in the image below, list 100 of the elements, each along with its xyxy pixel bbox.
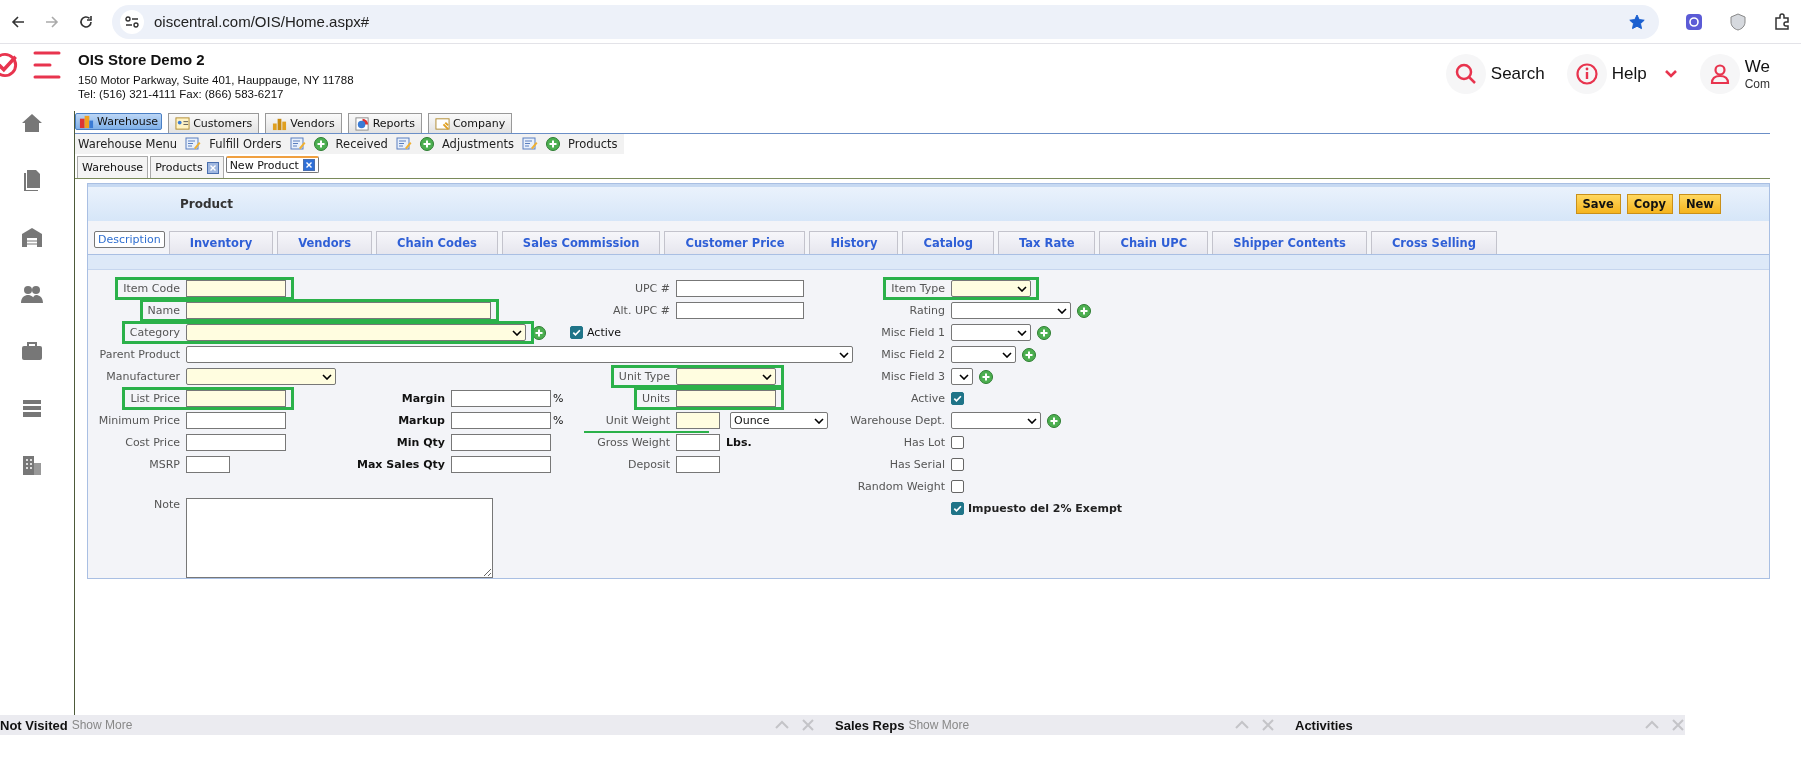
text-field[interactable] [451,390,551,407]
module-tab[interactable]: Customers [168,113,260,133]
close-icon[interactable] [302,159,315,171]
module-tab[interactable]: Vendors [265,113,342,133]
add-icon[interactable] [1037,325,1051,340]
puzzle-icon[interactable] [1773,12,1791,31]
unit-dropdown[interactable]: Ounce [730,412,828,429]
checkbox[interactable] [570,326,583,339]
page-tab[interactable]: Warehouse [77,156,149,178]
buildings-icon[interactable] [20,453,44,477]
text-field[interactable] [186,412,286,429]
customers-tab-icon[interactable] [175,116,191,131]
store-icon[interactable] [20,225,44,249]
action-button[interactable]: Copy [1626,194,1673,214]
add-icon[interactable] [545,137,560,151]
module-tab[interactable]: Company [427,113,513,133]
dropdown[interactable] [676,368,776,385]
module-tab[interactable]: Warehouse [75,113,163,130]
text-field[interactable] [186,302,491,319]
vendors-tab-icon[interactable] [272,116,288,131]
edit-icon[interactable] [395,137,412,151]
checkbox[interactable] [951,436,964,449]
dropdown[interactable] [951,324,1031,341]
reports-tab-icon[interactable] [354,116,370,131]
text-field[interactable] [186,280,286,297]
dropdown[interactable] [186,368,336,385]
text-field[interactable] [676,456,720,473]
form-tab[interactable]: Description [94,231,165,248]
submenu-link[interactable]: Received [335,137,388,151]
submenu-link[interactable]: Fulfill Orders [209,137,282,151]
text-field[interactable] [186,456,230,473]
form-tab[interactable]: Shipper Contents [1212,231,1367,254]
dropdown[interactable] [951,280,1031,297]
submenu-link[interactable]: Warehouse Menu [78,137,178,151]
text-field[interactable] [186,434,286,451]
search-button[interactable] [1445,54,1486,94]
action-button[interactable]: Save [1575,194,1621,214]
text-field[interactable] [451,412,551,429]
close-icon[interactable] [206,161,219,174]
info-icon[interactable] [1574,62,1599,86]
page-tab[interactable]: New Product [225,156,319,173]
text-field[interactable] [676,412,720,429]
text-field[interactable] [676,434,720,451]
text-field[interactable] [676,302,804,319]
warehouse-tab-icon[interactable] [79,114,94,129]
user-button[interactable] [1699,54,1740,94]
form-tab[interactable]: Customer Price [664,231,806,254]
dropdown[interactable] [951,346,1016,363]
search-icon[interactable] [1453,62,1478,86]
note-field[interactable] [186,498,493,578]
form-tab[interactable]: Sales Commission [501,231,661,254]
help-label[interactable]: Help [1611,64,1647,84]
form-tab[interactable]: Vendors [277,231,373,254]
company-tab-icon[interactable] [434,116,450,131]
site-info-icon[interactable] [120,9,144,34]
submenu-link[interactable]: Products [567,137,618,151]
address-bar[interactable]: oiscentral.com/OIS/Home.aspx# [112,4,1659,39]
dropdown[interactable] [186,346,853,363]
form-tab[interactable]: Catalog [902,231,994,254]
edit-icon[interactable] [289,137,306,151]
dropdown[interactable] [951,302,1071,319]
page-tab[interactable]: Products [150,156,224,178]
shield-icon[interactable] [1729,12,1747,31]
menu-icon[interactable] [32,50,62,80]
text-field[interactable] [451,456,551,473]
extension-icon[interactable] [1685,12,1703,31]
checkbox[interactable] [951,392,964,405]
form-tab[interactable]: Chain Codes [376,231,498,254]
briefcase-icon[interactable] [20,339,44,363]
form-tab[interactable]: Chain UPC [1099,231,1209,254]
add-icon[interactable] [419,137,434,151]
edit-icon[interactable] [185,137,202,151]
action-button[interactable]: New [1678,194,1721,214]
search-label[interactable]: Search [1490,64,1545,84]
help-button[interactable] [1566,54,1607,94]
bookmark-star-icon[interactable] [1629,13,1645,30]
dropdown[interactable] [951,368,973,385]
module-tab[interactable]: Reports [347,113,422,133]
back-icon[interactable] [10,13,26,30]
add-icon[interactable] [1077,303,1091,318]
add-icon[interactable] [1047,413,1061,428]
form-tab[interactable]: Inventory [168,231,274,254]
text-field[interactable] [451,434,551,451]
chevron-down-icon[interactable] [1663,69,1678,79]
checkbox[interactable] [951,458,964,471]
edit-icon[interactable] [521,137,538,151]
reload-icon[interactable] [78,13,94,30]
forward-icon[interactable] [44,13,60,30]
checkbox[interactable] [951,502,964,515]
text-field[interactable] [186,390,286,407]
submenu-link[interactable]: Adjustments [441,137,514,151]
text-field[interactable] [676,280,804,297]
add-icon[interactable] [1022,347,1036,362]
dropdown[interactable] [186,324,526,341]
text-field[interactable] [676,390,776,407]
add-icon[interactable] [979,369,993,384]
checkbox[interactable] [951,480,964,493]
dropdown[interactable] [951,412,1041,429]
add-icon[interactable] [313,137,328,151]
form-tab[interactable]: Tax Rate [998,231,1096,254]
